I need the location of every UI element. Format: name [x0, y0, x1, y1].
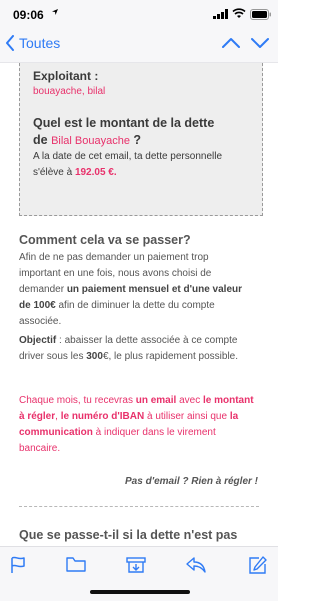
section-title-unpaid: Que se passe-t-il si la dette n'est pas [19, 528, 238, 542]
paragraph-payment: Afin de ne pas demander un paiement trop… [19, 252, 243, 327]
location-icon [52, 9, 58, 15]
debt-info-box: Exploitant : bouayache, bilal Quel est l… [19, 63, 263, 216]
exploitant-label: Exploitant : [33, 69, 99, 83]
next-message-button[interactable] [251, 37, 269, 49]
back-label: Toutes [19, 35, 61, 51]
reply-icon[interactable] [186, 556, 206, 573]
chevron-left-icon [6, 35, 14, 51]
debt-question-line2: de Bilal Bouayache ? [33, 133, 142, 147]
previous-message-button[interactable] [222, 37, 240, 49]
email-body: Exploitant : bouayache, bilal Quel est l… [0, 63, 278, 546]
signal-icon [213, 9, 228, 19]
folder-icon[interactable] [66, 556, 86, 573]
battery-icon [250, 9, 271, 20]
debt-question-line1: Quel est le montant de la dette [33, 116, 215, 130]
flag-icon[interactable] [10, 556, 26, 574]
wifi-icon [232, 8, 246, 18]
debt-text-line2: s'élève à 192.05 €. [33, 167, 117, 178]
status-bar: 09:06 [0, 0, 278, 28]
compose-icon[interactable] [248, 556, 267, 575]
home-indicator[interactable] [90, 590, 190, 594]
archive-icon[interactable] [126, 556, 146, 574]
debt-amount: 192.05 €. [74, 167, 117, 178]
status-time: 09:06 [13, 8, 44, 22]
debt-text-line1: A la date de cet email, ta dette personn… [33, 151, 223, 162]
debtor-name: Bilal Bouayache [51, 135, 130, 147]
nav-bar: Toutes [0, 28, 278, 63]
paragraph-objective: Objectif : abaisser la dette associée à … [19, 335, 239, 362]
paragraph-monthly-email: Chaque mois, tu recevras un email avec l… [19, 395, 254, 454]
section-divider [19, 506, 259, 507]
section-title-process: Comment cela va se passer? [19, 233, 191, 247]
back-button[interactable]: Toutes [5, 35, 60, 51]
no-email-note: Pas d'email ? Rien à régler ! [125, 476, 258, 487]
exploitant-value: bouayache, bilal [33, 86, 106, 97]
